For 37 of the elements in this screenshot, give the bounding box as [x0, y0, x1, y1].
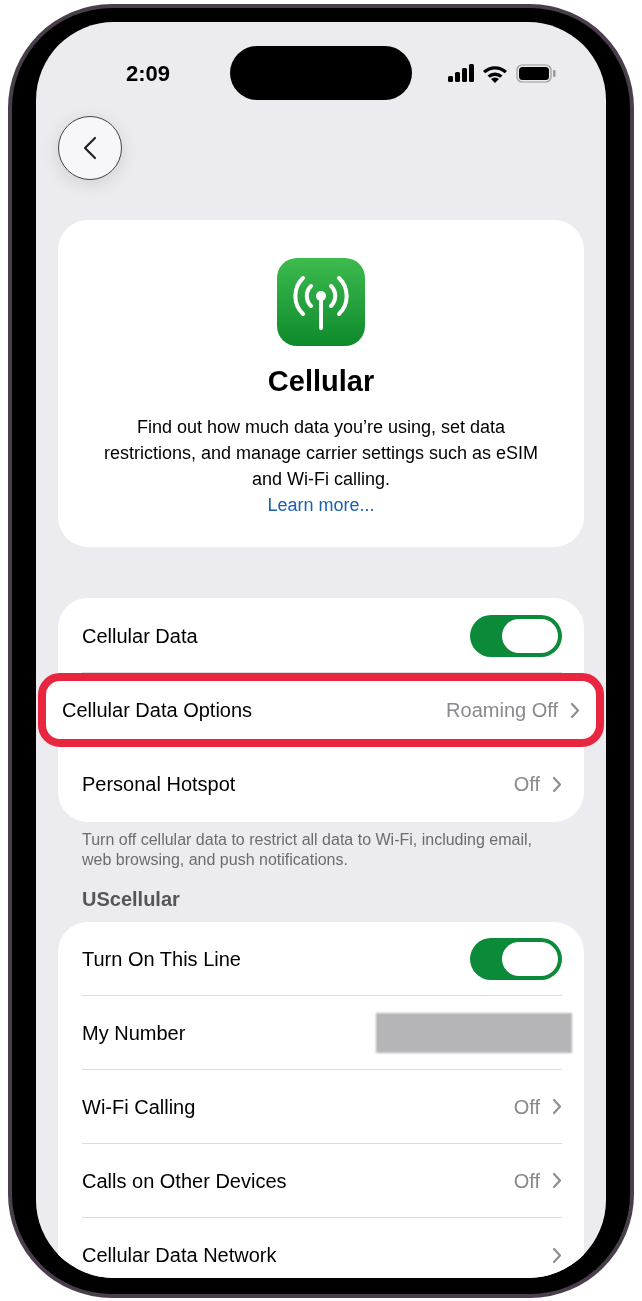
toggle-switch[interactable]: [470, 937, 562, 980]
chevron-right-icon: [552, 775, 562, 793]
toggle-switch[interactable]: [470, 614, 562, 657]
section-header: UScellular: [81, 887, 181, 912]
page-description: Find out how much data you’re using, set data restrictions, and manage carrier settings such as eSIM and Wi-Fi calling.: [102, 415, 540, 491]
battery-icon: [516, 63, 556, 83]
signal-icon: [448, 64, 474, 82]
wifi-icon: [482, 63, 508, 83]
chevron-right-icon: [552, 1098, 562, 1115]
section-footer: Turn off cellular data to restrict all data to Wi-Fi, including email, web browsing, and push notifications.: [58, 830, 584, 870]
status-time: 2:09: [126, 59, 171, 88]
row-label: Wi-Fi Calling: [82, 1094, 196, 1120]
page-title: Cellular: [267, 364, 375, 399]
chevron-right-icon: [552, 1246, 562, 1264]
row-label: Cellular Data: [82, 623, 198, 649]
settings-row[interactable]: Wi-Fi Calling Off: [58, 1070, 584, 1144]
chevron-right-icon: [552, 1172, 562, 1189]
chevron-right-icon: [570, 701, 580, 719]
row-label: Calls on Other Devices: [82, 1168, 287, 1194]
settings-row[interactable]: Personal Hotspot Off: [58, 747, 584, 821]
row-label: Cellular Data Network: [82, 1243, 277, 1268]
row-label: Personal Hotspot: [82, 772, 236, 797]
row-value: Off: [513, 772, 540, 797]
antenna-icon: [277, 258, 365, 346]
row-value: Off: [513, 1168, 540, 1194]
settings-row[interactable]: Calls on Other Devices Off: [58, 1144, 584, 1218]
row-label: Turn On This Line: [82, 946, 241, 972]
settings-row[interactable]: Turn On This Line: [58, 922, 584, 996]
back-icon: [83, 136, 97, 160]
settings-row[interactable]: Cellular Data Network: [58, 1218, 584, 1278]
row-label: Cellular Data Options: [62, 698, 253, 723]
row-value: Off: [513, 1094, 540, 1120]
row-label: My Number: [82, 1020, 186, 1046]
learn-more-link[interactable]: Learn more...: [267, 491, 375, 518]
highlight-frame[interactable]: Cellular Data Options Roaming Off: [38, 673, 604, 747]
row-value: Roaming Off: [446, 698, 558, 723]
settings-row[interactable]: My Number: [58, 996, 584, 1070]
